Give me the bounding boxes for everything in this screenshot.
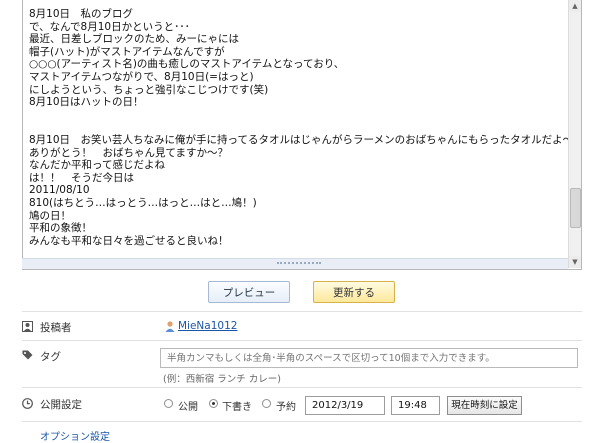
divider xyxy=(22,387,582,388)
author-name-link[interactable]: MieNa1012 xyxy=(178,320,237,332)
body-text-line: は！！ そうだ今日は xyxy=(29,171,134,184)
radio-public-label: 公開 xyxy=(178,402,198,413)
person-icon xyxy=(22,321,33,332)
divider xyxy=(22,340,582,341)
resize-handle[interactable] xyxy=(22,258,568,269)
body-text-line xyxy=(29,109,569,122)
tag-example: (例：西新宿 ランチ カレー) xyxy=(163,374,281,385)
body-text-line: 鳩の日！ xyxy=(29,209,71,222)
author-label: 投稿者 xyxy=(40,322,72,334)
body-text-line: 8月10日 お笑い芸人ちなみに俺が手に持ってるタオルはじゃんがらラーメンのおばち… xyxy=(29,133,574,146)
body-text-line: 平和の象徴！ xyxy=(29,222,92,235)
grip-dots-icon xyxy=(277,262,321,267)
body-text-line: で、なんで8月10日かというと･･･ xyxy=(29,20,190,33)
body-text-line: にしようという、ちょっと強引なこじつけです(笑) xyxy=(29,83,269,96)
body-text-line: ありがとう！ おばちゃん見てますか～？ xyxy=(29,146,228,159)
body-text-line: 最近、日差しブロックのため、みーにゃには xyxy=(29,33,239,46)
scroll-thumb[interactable] xyxy=(570,188,581,228)
blog-post-editor: 8月10日 私のブログ で、なんで8月10日かというと･･･ 最近、日差しブロックの… xyxy=(0,0,600,443)
divider xyxy=(22,311,582,312)
publish-label: 公開設定 xyxy=(40,399,82,411)
body-text-line: 810(はちとう…はっとう…はっと…はと…鳩！) xyxy=(29,196,257,209)
radio-scheduled[interactable] xyxy=(262,399,271,408)
body-text-line: マストアイテムつながりで、8月10日(=はっと) xyxy=(29,70,254,83)
radio-scheduled-label: 予約 xyxy=(276,402,296,413)
preview-button[interactable]: プレビュー xyxy=(208,281,290,303)
scroll-up-arrow-icon[interactable]: ▲ xyxy=(569,0,581,12)
scroll-down-arrow-icon[interactable]: ▼ xyxy=(569,256,581,268)
tag-label: タグ xyxy=(40,351,61,363)
body-text-line: なんだか平和って感じだよね xyxy=(29,159,165,172)
divider xyxy=(22,421,582,422)
radio-draft-label: 下書き xyxy=(222,402,252,413)
user-avatar-icon xyxy=(165,321,175,332)
update-button[interactable]: 更新する xyxy=(313,281,395,303)
body-text: 8月10日 私のブログ で、なんで8月10日かというと･･･ 最近、日差しブロックの… xyxy=(29,8,574,247)
date-field[interactable]: 2012/3/19 xyxy=(305,396,385,415)
clock-icon xyxy=(22,398,33,409)
body-text-line: 帽子(ハット)がマストアイテムなんですが xyxy=(29,45,225,58)
editor-scrollbar[interactable]: ▲ ▼ xyxy=(568,0,581,268)
tag-icon xyxy=(22,350,33,360)
radio-draft[interactable] xyxy=(209,399,218,408)
body-text-line: ○○○(アーティスト名)の曲も癒しのマストアイテムとなっており、 xyxy=(29,58,345,71)
radio-public[interactable] xyxy=(164,399,173,408)
time-field[interactable]: 19:48 xyxy=(391,396,440,415)
options-toggle[interactable]: オプション設定 xyxy=(40,428,110,443)
body-text-line: 8月10日はハットの日！ xyxy=(29,96,144,109)
body-textarea[interactable]: 8月10日 私のブログ で、なんで8月10日かというと･･･ 最近、日差しブロックの… xyxy=(22,0,582,270)
body-text-line: 2011/08/10 xyxy=(29,184,90,197)
body-text-line: 8月10日 私のブログ xyxy=(29,8,134,20)
set-current-time-button[interactable]: 現在時刻に設定 xyxy=(447,396,522,415)
body-text-line xyxy=(29,121,569,134)
body-text-line: みんなも平和な日々を過ごせると良いね！ xyxy=(29,234,229,247)
tag-input[interactable] xyxy=(160,348,578,368)
